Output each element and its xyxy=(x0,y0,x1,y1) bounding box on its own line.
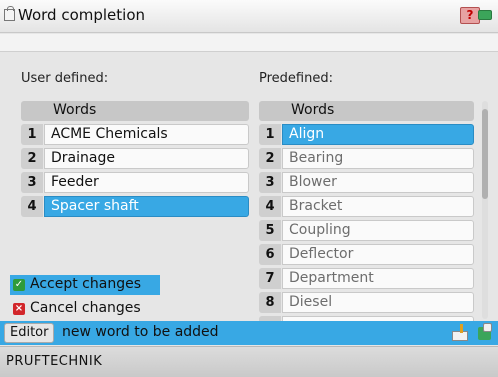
predefined-row[interactable]: 3 Blower xyxy=(259,172,474,193)
predefined-row[interactable]: 7 Department xyxy=(259,268,474,289)
sub-toolbar xyxy=(0,34,498,52)
predefined-row[interactable]: 2 Bearing xyxy=(259,148,474,169)
footer-bar: PRUFTECHNIK xyxy=(0,346,498,377)
predefined-word: Bracket xyxy=(282,196,474,217)
user-defined-header: Words xyxy=(21,101,249,121)
predefined-row[interactable]: 8 Diesel xyxy=(259,292,474,313)
predefined-word: Align xyxy=(282,124,474,145)
title-bar: Word completion ? xyxy=(0,0,498,33)
row-number: 4 xyxy=(259,196,281,217)
accept-changes-label: Accept changes xyxy=(30,276,141,292)
row-number: 7 xyxy=(259,268,281,289)
row-number: 2 xyxy=(259,148,281,169)
brand-label: PRUFTECHNIK xyxy=(6,354,103,369)
check-icon: ✓ xyxy=(13,279,25,291)
row-number: 2 xyxy=(21,148,43,169)
user-word: ACME Chemicals xyxy=(44,124,249,145)
keyboard-icon[interactable] xyxy=(451,324,469,342)
predefined-word: Coupling xyxy=(282,220,474,241)
predefined-word: Blower xyxy=(282,172,474,193)
predefined-row[interactable]: 4 Bracket xyxy=(259,196,474,217)
predefined-word: Deflector xyxy=(282,244,474,265)
cancel-changes-button[interactable]: × Cancel changes xyxy=(10,299,160,319)
user-word: Drainage xyxy=(44,148,249,169)
row-number: 4 xyxy=(21,196,43,217)
window-title: Word completion xyxy=(18,6,146,24)
predefined-word: Bearing xyxy=(282,148,474,169)
row-number: 8 xyxy=(259,292,281,313)
predefined-scrollbar[interactable] xyxy=(482,101,488,319)
settings-icon[interactable] xyxy=(475,323,495,343)
row-number: 1 xyxy=(259,124,281,145)
row-number: 6 xyxy=(259,244,281,265)
predefined-word: Department xyxy=(282,268,474,289)
predefined-header: Words xyxy=(259,101,474,121)
predefined-word: Diesel xyxy=(282,292,474,313)
user-row[interactable]: 3 Feeder xyxy=(21,172,249,193)
accept-changes-button[interactable]: ✓ Accept changes xyxy=(10,275,160,295)
predefined-row[interactable]: 5 Coupling xyxy=(259,220,474,241)
editor-input[interactable]: new word to be added xyxy=(62,324,219,340)
predefined-row-selected[interactable]: 1 Align xyxy=(259,124,474,145)
editor-bar: Editor new word to be added xyxy=(0,321,498,345)
user-word: Feeder xyxy=(44,172,249,193)
predefined-row[interactable]: 6 Deflector xyxy=(259,244,474,265)
user-row-selected[interactable]: 4 Spacer shaft xyxy=(21,196,249,217)
row-number: 1 xyxy=(21,124,43,145)
user-word: Spacer shaft xyxy=(44,196,249,217)
user-row[interactable]: 1 ACME Chemicals xyxy=(21,124,249,145)
row-number: 3 xyxy=(21,172,43,193)
clipboard-icon xyxy=(4,6,15,21)
cancel-icon: × xyxy=(13,303,25,315)
status-icons: ? xyxy=(454,6,494,26)
words-column-header: Words xyxy=(291,102,335,118)
row-number: 5 xyxy=(259,220,281,241)
scrollbar-thumb[interactable] xyxy=(482,109,488,199)
row-number: 3 xyxy=(259,172,281,193)
battery-icon xyxy=(478,10,492,20)
user-row[interactable]: 2 Drainage xyxy=(21,148,249,169)
user-defined-label: User defined: xyxy=(21,71,109,86)
help-icon[interactable]: ? xyxy=(460,7,480,24)
cancel-changes-label: Cancel changes xyxy=(30,300,141,316)
words-column-header: Words xyxy=(53,102,97,118)
predefined-label: Predefined: xyxy=(259,71,333,86)
editor-label: Editor xyxy=(4,323,55,343)
